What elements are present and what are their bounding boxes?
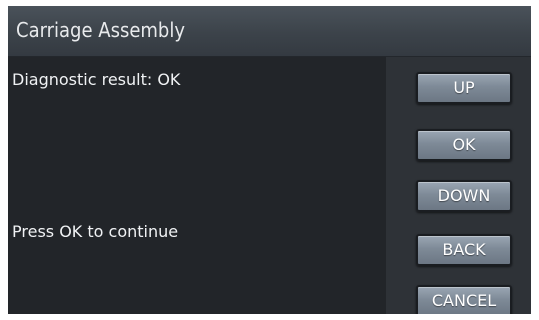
up-button[interactable]: UP [416,72,512,104]
display-panel: Carriage Assembly Diagnostic result: OK … [8,6,531,314]
back-button[interactable]: BACK [416,234,512,266]
cancel-button[interactable]: CANCEL [416,285,512,314]
title-bar: Carriage Assembly [8,6,531,57]
button-panel: UP OK DOWN BACK CANCEL [386,57,531,314]
message-area: Diagnostic result: OK Press OK to contin… [8,57,386,314]
ok-button[interactable]: OK [416,129,512,161]
screen: Carriage Assembly Diagnostic result: OK … [0,0,539,320]
continue-instruction-text: Press OK to continue [12,222,179,241]
page-title: Carriage Assembly [16,18,185,42]
down-button[interactable]: DOWN [416,180,512,212]
diagnostic-result-text: Diagnostic result: OK [12,70,181,89]
